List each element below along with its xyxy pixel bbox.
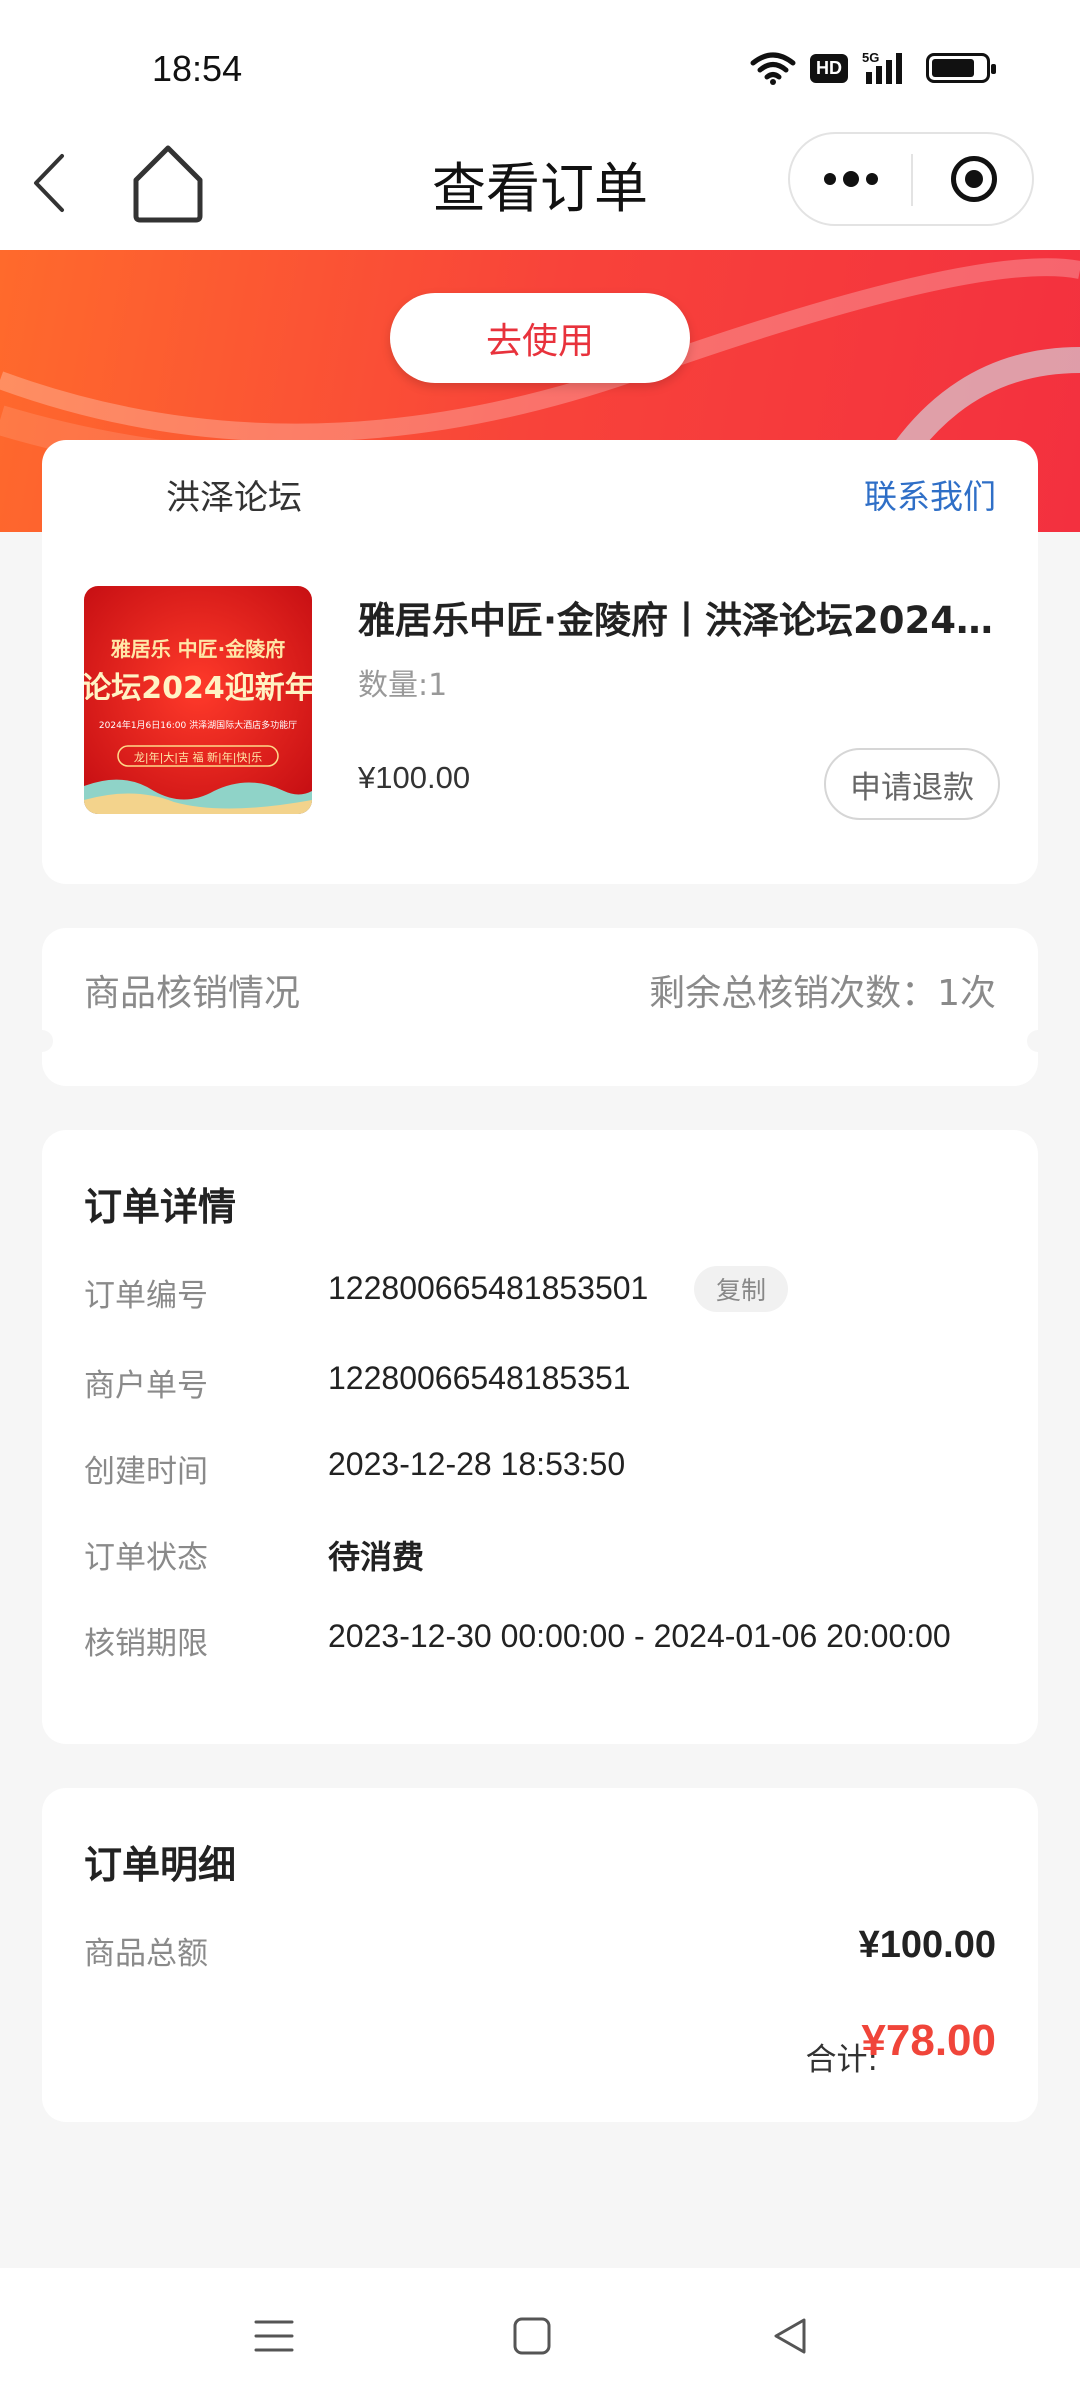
- ticket-notch-left: [31, 1030, 53, 1052]
- goods-total-label: 商品总额: [84, 1936, 208, 1972]
- row-label: 订单编号: [84, 1278, 208, 1314]
- system-home-button[interactable]: [502, 2308, 562, 2364]
- order-detail-card: 订单详情 订单编号 122800665481853501 复制 商户单号 122…: [42, 1130, 1038, 1744]
- more-dot-right: [866, 173, 878, 185]
- svg-text:2024年1月6日16:00 洪泽湖国际大酒店多功能厅: 2024年1月6日16:00 洪泽湖国际大酒店多功能厅: [99, 719, 297, 731]
- back-button[interactable]: [22, 148, 82, 218]
- order-number-row: 订单编号 122800665481853501 复制: [84, 1266, 1004, 1320]
- status-time: 18:54: [152, 48, 243, 89]
- order-summary-title: 订单明细: [84, 1843, 237, 1887]
- verification-title: 商品核销情况: [84, 973, 301, 1014]
- order-detail-title: 订单详情: [84, 1185, 237, 1229]
- created-time-row: 创建时间 2023-12-28 18:53:50: [84, 1446, 1004, 1496]
- use-button[interactable]: 去使用: [390, 293, 690, 383]
- svg-text:龙|年|大|吉 福 新|年|快|乐: 龙|年|大|吉 福 新|年|快|乐: [134, 750, 262, 764]
- request-refund-button[interactable]: 申请退款: [824, 748, 1000, 820]
- triangle-back-icon: [774, 2318, 806, 2354]
- target-icon: [950, 156, 997, 202]
- row-label: 创建时间: [84, 1454, 208, 1490]
- product-card: 洪泽论坛 联系我们 雅居乐 中匠·金陵府 论坛2024迎新年 2024年1月6日…: [42, 440, 1038, 884]
- order-status-row: 订单状态 待消费: [84, 1532, 1004, 1582]
- shop-name: 洪泽论坛: [166, 478, 302, 518]
- square-icon: [513, 2317, 551, 2355]
- merchant-number-row: 商户单号 12280066548185351: [84, 1360, 1004, 1410]
- contact-us-link[interactable]: 联系我们: [864, 470, 996, 518]
- order-summary-card: 订单明细 商品总额 ¥100.00 合计: ¥78.00: [42, 1788, 1038, 2122]
- order-number-value: 122800665481853501: [328, 1270, 649, 1306]
- home-button[interactable]: [128, 140, 208, 226]
- order-status-value: 待消费: [328, 1538, 425, 1576]
- more-button[interactable]: [790, 134, 912, 224]
- hd-badge: HD: [810, 53, 848, 83]
- row-label: 商户单号: [84, 1368, 208, 1404]
- verification-period-value: 2023-12-30 00:00:00 - 2024-01-06 20:00:0…: [328, 1618, 951, 1654]
- copy-order-number-button[interactable]: 复制: [694, 1266, 789, 1312]
- row-label: 核销期限: [84, 1626, 208, 1662]
- status-bar: 18:54 HD 5G: [0, 0, 1080, 140]
- target-icon-dot: [964, 170, 983, 188]
- more-dots-icon: [824, 173, 836, 185]
- verification-period-row: 核销期限 2023-12-30 00:00:00 - 2024-01-06 20…: [84, 1618, 1004, 1668]
- svg-text:论坛2024迎新年: 论坛2024迎新年: [84, 671, 312, 706]
- chevron-left-icon: [34, 154, 64, 212]
- battery-level: [932, 59, 974, 77]
- svg-text:雅居乐 中匠·金陵府: 雅居乐 中匠·金陵府: [111, 637, 286, 661]
- product-quantity: 数量:1: [358, 668, 448, 703]
- product-name[interactable]: 雅居乐中匠·金陵府丨洪泽论坛2024迎新年会: [358, 590, 998, 644]
- created-time-value: 2023-12-28 18:53:50: [328, 1446, 626, 1482]
- product-price: ¥100.00: [358, 760, 471, 795]
- wifi-icon: [750, 52, 796, 85]
- product-thumbnail[interactable]: 雅居乐 中匠·金陵府 论坛2024迎新年 2024年1月6日16:00 洪泽湖国…: [84, 586, 312, 814]
- svg-text:5G: 5G: [862, 50, 879, 65]
- remaining-verifications: 剩余总核销次数：1次: [649, 973, 996, 1014]
- row-label: 订单状态: [84, 1540, 208, 1576]
- status-icons: HD 5G: [750, 50, 996, 86]
- menu-icon: [254, 2320, 294, 2352]
- total-value: ¥78.00: [861, 2016, 996, 2065]
- goods-total-value: ¥100.00: [858, 1924, 996, 1966]
- system-nav-bar: [0, 2268, 1080, 2400]
- mini-program-capsule: [788, 132, 1034, 226]
- system-back-button[interactable]: [760, 2308, 820, 2364]
- close-mini-program-button[interactable]: [913, 134, 1034, 224]
- product-poster-image: 雅居乐 中匠·金陵府 论坛2024迎新年 2024年1月6日16:00 洪泽湖国…: [84, 586, 312, 814]
- ticket-notch-right: [1027, 1030, 1049, 1052]
- verification-status-card: 商品核销情况 剩余总核销次数：1次: [31, 928, 1049, 1086]
- home-icon: [133, 145, 203, 223]
- more-dot-center: [843, 171, 859, 187]
- signal-5g-icon: 5G: [862, 50, 902, 84]
- menu-button[interactable]: [244, 2308, 304, 2364]
- nav-bar: 查看订单: [0, 120, 1080, 250]
- battery-icon: [926, 53, 996, 83]
- merchant-number-value: 12280066548185351: [328, 1360, 631, 1396]
